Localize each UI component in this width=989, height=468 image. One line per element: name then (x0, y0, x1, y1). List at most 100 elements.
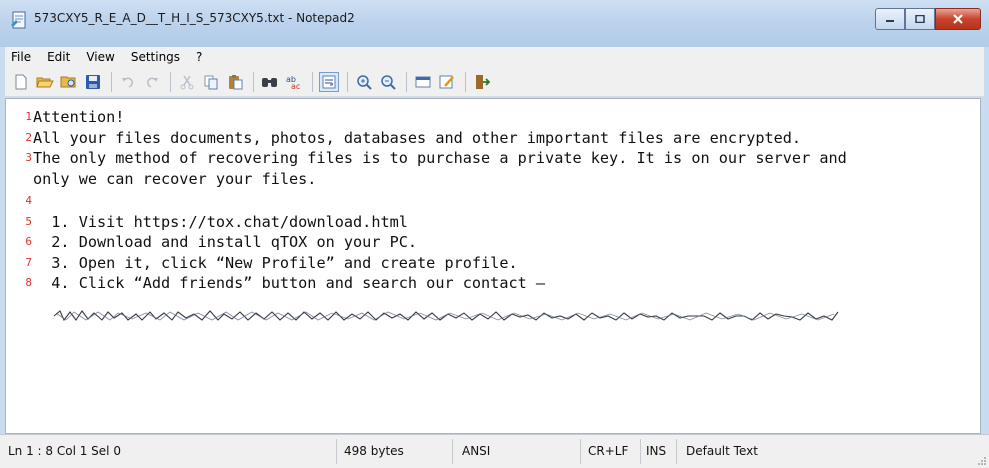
view-button[interactable] (413, 72, 433, 92)
menu-file[interactable]: File (5, 50, 39, 64)
view-icon (415, 76, 431, 87)
line-text: only we can recover your files. (33, 169, 317, 188)
exit-button[interactable] (472, 72, 492, 92)
line-text: 3. Open it, click “New Profile” and crea… (33, 253, 518, 272)
status-bar: Ln 1 : 8 Col 1 Sel 0 498 bytes ANSI CR+L… (0, 434, 989, 468)
line-number (6, 169, 33, 190)
status-divider (580, 439, 581, 464)
line-text: 2. Download and install qTOX on your PC. (33, 233, 418, 251)
editor-lines: 1 Attention! 2 All your files documents, p… (6, 107, 847, 294)
editor-line: 7 3. Open it, click “New Profile” and cr… (6, 253, 847, 274)
browse-button[interactable] (59, 72, 79, 92)
editor-line: 8 4. Click “Add friends” button and sear… (6, 273, 847, 294)
editor-line: 3 The only method of recovering files is … (6, 148, 847, 169)
status-insert-mode: INS (646, 444, 667, 458)
open-button[interactable] (35, 72, 55, 92)
undo-icon (122, 77, 133, 88)
maximize-icon (915, 15, 925, 23)
copy-icon (204, 75, 218, 89)
status-divider (336, 439, 337, 464)
save-icon (86, 74, 100, 89)
line-number: 3 (25, 151, 32, 164)
status-line-endings[interactable]: CR+LF (588, 435, 628, 468)
status-divider (640, 439, 641, 464)
line-number: 5 (25, 214, 32, 228)
scheme-button[interactable] (437, 72, 457, 92)
new-file-button[interactable] (11, 72, 31, 92)
paste-icon (229, 74, 243, 89)
editor-line: 6 2. Download and install qTOX on your P… (6, 232, 847, 253)
exit-icon (476, 74, 490, 89)
word-wrap-button[interactable] (319, 71, 339, 92)
toolbar-separator (111, 71, 112, 92)
resize-grip-icon[interactable] (977, 456, 987, 466)
line-number: 4 (25, 194, 32, 207)
scheme-icon (439, 75, 454, 88)
line-number: 1 (25, 110, 32, 123)
menu-edit[interactable]: Edit (39, 50, 78, 64)
maximize-button[interactable] (905, 8, 935, 30)
line-number: 2 (25, 130, 32, 144)
toolbar-separator (347, 71, 348, 92)
line-text: The only method of recovering files is t… (33, 149, 847, 167)
title-bar[interactable]: 573CXY5_R_E_A_D__T_H_I_S_573CXY5.txt - N… (0, 0, 989, 47)
word-wrap-icon (322, 75, 336, 88)
svg-text:ac: ac (291, 82, 300, 90)
zoom-out-button[interactable] (378, 72, 398, 92)
text-editor[interactable]: 1 Attention! 2 All your files documents, p… (5, 98, 981, 434)
line-number: 8 (25, 276, 32, 289)
cut-icon (180, 75, 194, 89)
redacted-contact-scribble (53, 310, 839, 322)
find-button[interactable] (260, 72, 280, 92)
line-number: 6 (25, 235, 32, 248)
cut-button[interactable] (177, 72, 197, 92)
status-encoding[interactable]: ANSI (462, 435, 490, 468)
editor-line: 5 1. Visit https://tox.chat/download.htm… (6, 212, 847, 233)
replace-icon: abac (286, 75, 300, 90)
status-position: Ln 1 : 8 Col 1 Sel 0 (8, 444, 121, 458)
caption-buttons (875, 8, 981, 30)
toolbar-separator (312, 71, 313, 92)
line-text: Attention! (33, 108, 125, 126)
close-button[interactable] (935, 8, 981, 30)
menu-bar: File Edit View Settings ? (5, 47, 984, 67)
redo-button[interactable] (142, 72, 162, 92)
new-file-icon (15, 74, 27, 89)
editor-line: 4 (6, 191, 847, 212)
line-text: 4. Click “Add friends” button and search… (33, 274, 546, 292)
toolbar-separator (253, 71, 254, 92)
copy-button[interactable] (201, 72, 221, 92)
zoom-in-icon (357, 74, 372, 90)
replace-button[interactable]: ab ac (284, 72, 304, 92)
save-button[interactable] (83, 72, 103, 92)
undo-button[interactable] (118, 72, 138, 92)
status-scheme[interactable]: Default Text (686, 435, 758, 468)
menu-view[interactable]: View (78, 50, 122, 64)
notepad-app-icon (11, 11, 26, 29)
line-number: 7 (25, 255, 32, 269)
status-file-size: 498 bytes (344, 444, 404, 458)
open-folder-icon (36, 77, 54, 87)
close-icon (953, 14, 963, 24)
toolbar-separator (406, 71, 407, 92)
status-divider (452, 439, 453, 464)
notepad2-window: 573CXY5_R_E_A_D__T_H_I_S_573CXY5.txt - N… (0, 0, 989, 468)
status-divider (676, 439, 677, 464)
find-icon (262, 77, 277, 87)
editor-line: 1 Attention! (6, 107, 847, 128)
minimize-icon (886, 20, 894, 22)
zoom-out-icon (381, 74, 396, 90)
menu-settings[interactable]: Settings (123, 50, 188, 64)
toolbar-separator (170, 71, 171, 92)
line-text: All your files documents, photos, databa… (33, 128, 802, 147)
zoom-in-button[interactable] (354, 72, 374, 92)
minimize-button[interactable] (875, 8, 905, 30)
toolbar: ab ac (5, 67, 984, 97)
toolbar-separator (465, 71, 466, 92)
redo-icon (147, 77, 158, 88)
line-text: 1. Visit https://tox.chat/download.html (33, 212, 408, 231)
paste-button[interactable] (225, 72, 245, 92)
window-title: 573CXY5_R_E_A_D__T_H_I_S_573CXY5.txt - N… (34, 11, 355, 25)
editor-line: only we can recover your files. (6, 169, 847, 190)
menu-help[interactable]: ? (188, 50, 210, 64)
